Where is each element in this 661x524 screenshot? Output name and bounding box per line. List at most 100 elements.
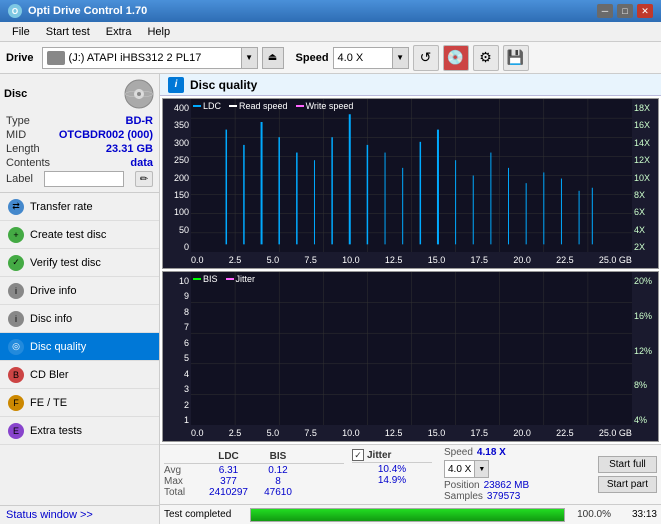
disc-panel-header: Disc xyxy=(4,78,155,110)
bis-legend-dot xyxy=(193,278,201,280)
cd-bler-icon: B xyxy=(8,367,24,383)
ldc-legend-label: LDC xyxy=(203,101,221,111)
menu-help[interactable]: Help xyxy=(139,24,178,40)
menu-extra[interactable]: Extra xyxy=(98,24,140,40)
refresh-button[interactable]: ↺ xyxy=(413,45,439,71)
read-speed-legend-item: Read speed xyxy=(229,101,288,111)
bis-legend-item: BIS xyxy=(193,274,218,284)
menu-file[interactable]: File xyxy=(4,24,38,40)
read-speed-legend-label: Read speed xyxy=(239,101,288,111)
disc-mid-row: MID OTCBDR002 (000) xyxy=(4,128,155,142)
avg-bis-val: 0.12 xyxy=(258,465,298,476)
nav-transfer-rate-label: Transfer rate xyxy=(30,201,93,213)
speed-select[interactable]: 4.0 X xyxy=(333,47,393,69)
jitter-legend-item: Jitter xyxy=(226,274,256,284)
nav-cd-bler[interactable]: B CD Bler xyxy=(0,361,159,389)
nav-disc-info[interactable]: i Disc info xyxy=(0,305,159,333)
samples-stat-label: Samples xyxy=(444,491,483,502)
stats-max-row: Max 377 8 xyxy=(164,476,344,487)
menu-start-test[interactable]: Start test xyxy=(38,24,98,40)
nav-verify-test-disc[interactable]: ✓ Verify test disc xyxy=(0,249,159,277)
speed-dropdown-btn[interactable]: ▼ xyxy=(393,47,409,69)
start-part-button[interactable]: Start part xyxy=(598,476,657,493)
samples-row: Samples 379573 xyxy=(444,491,529,502)
ldc-chart: LDC Read speed Write speed 4003503002502… xyxy=(162,98,659,269)
bis-column-header: BIS xyxy=(258,451,298,462)
stats-speed-dropdown[interactable]: ▼ xyxy=(475,460,489,478)
type-value: BD-R xyxy=(126,115,154,127)
start-full-button[interactable]: Start full xyxy=(598,456,657,473)
total-ldc-val: 2410297 xyxy=(201,487,256,498)
sidebar: Disc Type BD-R MID OTCBDR002 (000) Lengt… xyxy=(0,74,160,524)
drive-select[interactable]: (J:) ATAPI iHBS312 2 PL17 xyxy=(42,47,242,69)
drive-name: (J:) ATAPI iHBS312 2 PL17 xyxy=(69,52,202,64)
disc-length-row: Length 23.31 GB xyxy=(4,142,155,156)
status-window-label: Status window >> xyxy=(6,509,93,521)
nav-extra-tests-label: Extra tests xyxy=(30,425,82,437)
stats-speed-select[interactable]: 4.0 X xyxy=(444,460,475,478)
speed-row: Speed 4.18 X xyxy=(444,447,529,458)
close-button[interactable]: ✕ xyxy=(637,4,653,18)
toolbar: Drive (J:) ATAPI iHBS312 2 PL17 ▼ ⏏ Spee… xyxy=(0,42,661,74)
label-label: Label xyxy=(6,173,33,185)
verify-test-disc-icon: ✓ xyxy=(8,255,24,271)
progress-percent-text: 100.0% xyxy=(571,509,611,520)
jitter-avg-val: 10.4% xyxy=(352,464,432,475)
create-test-disc-icon: + xyxy=(8,227,24,243)
bis-x-axis: 0.02.55.07.510.012.515.017.520.022.525.0… xyxy=(191,425,632,441)
read-speed-legend-dot xyxy=(229,105,237,107)
save-button[interactable]: 💾 xyxy=(503,45,529,71)
avg-ldc-val: 6.31 xyxy=(201,465,256,476)
disc-section-label: Disc xyxy=(4,88,27,100)
nav-create-test-disc[interactable]: + Create test disc xyxy=(0,221,159,249)
position-row: Position 23862 MB xyxy=(444,480,529,491)
ldc-chart-canvas xyxy=(191,99,632,252)
disc-quality-icon: ◎ xyxy=(8,339,24,355)
bis-y-axis-right: 20%16%12%8%4% xyxy=(632,272,658,425)
ldc-y-axis-right: 18X16X14X12X10X8X6X4X2X xyxy=(632,99,658,252)
nav-create-test-disc-label: Create test disc xyxy=(30,229,106,241)
jitter-total-spacer xyxy=(352,486,432,500)
nav-transfer-rate[interactable]: ⇄ Transfer rate xyxy=(0,193,159,221)
label-edit-btn[interactable]: ✏ xyxy=(135,171,153,187)
ldc-legend-item: LDC xyxy=(193,101,221,111)
main-area: Disc Type BD-R MID OTCBDR002 (000) Lengt… xyxy=(0,74,661,524)
title-bar-controls: ─ □ ✕ xyxy=(597,4,653,18)
nav-drive-info[interactable]: i Drive info xyxy=(0,277,159,305)
stats-header-row: LDC BIS xyxy=(164,451,344,464)
jitter-checkbox[interactable]: ✓ xyxy=(352,449,364,461)
label-input[interactable] xyxy=(44,171,124,187)
progress-bar-inner xyxy=(251,509,564,521)
drive-dropdown-btn[interactable]: ▼ xyxy=(242,47,258,69)
maximize-button[interactable]: □ xyxy=(617,4,633,18)
speed-position-stats: Speed 4.18 X 4.0 X ▼ Position 23862 MB S… xyxy=(444,447,529,502)
speed-label: Speed xyxy=(296,52,329,64)
status-window-btn[interactable]: Status window >> xyxy=(0,505,159,524)
position-stat-value: 23862 MB xyxy=(484,480,530,491)
ldc-chart-legend: LDC Read speed Write speed xyxy=(193,101,353,111)
progress-bar-container: Test completed 100.0% 33:13 xyxy=(160,504,661,524)
eject-button[interactable]: ⏏ xyxy=(262,47,284,69)
speed-select-row: 4.0 X ▼ xyxy=(444,460,529,478)
drive-icon xyxy=(47,51,65,65)
max-bis-val: 8 xyxy=(258,476,298,487)
jitter-max-val: 14.9% xyxy=(352,475,432,486)
jitter-stats: ✓ Jitter 10.4% 14.9% xyxy=(352,449,432,500)
settings-btn[interactable]: ⚙ xyxy=(473,45,499,71)
minimize-button[interactable]: ─ xyxy=(597,4,613,18)
bis-chart-legend: BIS Jitter xyxy=(193,274,255,284)
write-speed-legend-label: Write speed xyxy=(306,101,354,111)
charts-container: LDC Read speed Write speed 4003503002502… xyxy=(160,96,661,444)
action-buttons: Start full Start part xyxy=(598,456,657,493)
max-ldc-val: 377 xyxy=(201,476,256,487)
title-bar-left: O Opti Drive Control 1.70 xyxy=(8,4,147,18)
speed-stat-label: Speed xyxy=(444,447,473,458)
speed-stat-value: 4.18 X xyxy=(477,447,506,458)
disc-icon-btn[interactable]: 💿 xyxy=(443,45,469,71)
nav-fe-te[interactable]: F FE / TE xyxy=(0,389,159,417)
drive-info-icon: i xyxy=(8,283,24,299)
total-label: Total xyxy=(164,487,199,498)
nav-disc-quality[interactable]: ◎ Disc quality xyxy=(0,333,159,361)
nav-extra-tests[interactable]: E Extra tests xyxy=(0,417,159,445)
mid-value: OTCBDR002 (000) xyxy=(59,129,153,141)
